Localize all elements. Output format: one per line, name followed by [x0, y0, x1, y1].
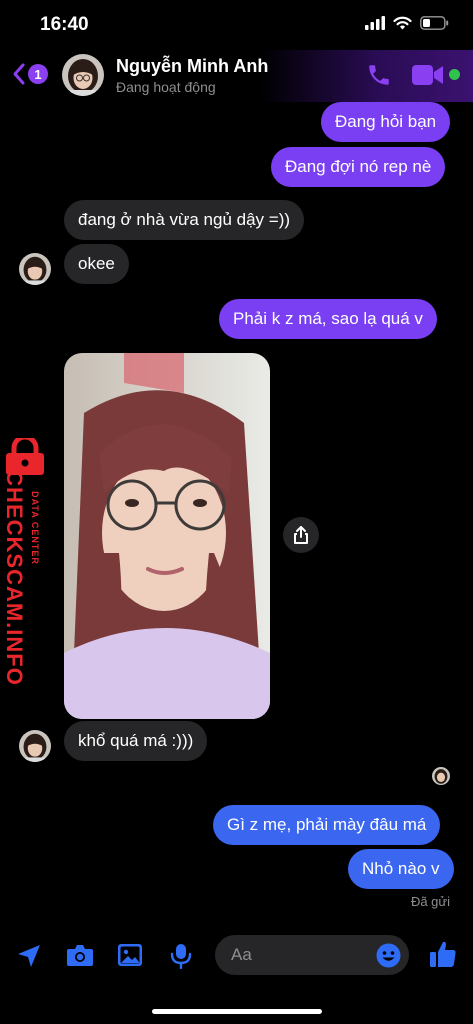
- sent-status: Đã gửi: [410, 894, 450, 909]
- gallery-button[interactable]: [117, 943, 143, 972]
- thumbs-up-icon: [430, 941, 456, 967]
- voice-message-button[interactable]: [170, 943, 192, 974]
- message-bubble-outgoing[interactable]: Nhỏ nào v: [348, 849, 454, 889]
- unread-badge: 1: [28, 64, 48, 84]
- share-icon: [294, 526, 308, 544]
- back-button[interactable]: 1: [12, 62, 48, 86]
- home-indicator[interactable]: [152, 1009, 322, 1014]
- phone-icon: [369, 65, 389, 85]
- video-camera-icon: [412, 65, 443, 85]
- watermark-text: CHECKSCAM.INFO: [2, 470, 27, 686]
- share-button[interactable]: [283, 517, 319, 553]
- image-icon: [118, 944, 142, 966]
- watermark: CHECKSCAM.INFO DATA CENTER: [0, 438, 52, 686]
- chevron-left-icon: [13, 63, 25, 85]
- emoji-icon: [376, 943, 401, 968]
- chat-header: 1 Nguyễn Minh Anh Đang hoạt động: [0, 50, 473, 102]
- contact-name[interactable]: Nguyễn Minh Anh: [116, 56, 268, 77]
- clock: 16:40: [40, 14, 89, 35]
- message-bubble-outgoing[interactable]: Đang đợi nó rep nè: [271, 147, 446, 187]
- camera-button[interactable]: [66, 943, 94, 972]
- message-bubble-incoming[interactable]: khổ quá má :))): [64, 721, 208, 761]
- message-bubble-incoming[interactable]: đang ở nhà vừa ngủ dậy =)): [64, 200, 305, 240]
- message-bubble-outgoing[interactable]: Đang hỏi bạn: [321, 102, 451, 142]
- read-receipt-avatar: [432, 767, 450, 785]
- status-icons: [365, 16, 449, 30]
- wifi-icon: [393, 16, 412, 30]
- message-input-box[interactable]: [215, 935, 409, 975]
- message-input[interactable]: [231, 935, 371, 975]
- emoji-button[interactable]: [376, 943, 401, 973]
- watermark-subtext: DATA CENTER: [30, 491, 40, 565]
- message-bubble-outgoing[interactable]: Gì z mẹ, phải mày đâu má: [213, 805, 441, 845]
- status-bar: 16:40: [0, 0, 473, 50]
- sender-avatar[interactable]: [19, 253, 51, 285]
- like-button[interactable]: [428, 939, 458, 974]
- camera-icon: [67, 945, 93, 966]
- sender-avatar[interactable]: [19, 730, 51, 762]
- selfie-photo: [64, 353, 270, 719]
- video-call-button[interactable]: [412, 64, 444, 91]
- battery-icon: [420, 16, 449, 30]
- online-indicator: [449, 69, 460, 80]
- location-button[interactable]: [16, 943, 42, 974]
- contact-status: Đang hoạt động: [116, 79, 216, 95]
- message-bubble-outgoing[interactable]: Phải k z má, sao lạ quá v: [219, 299, 437, 339]
- voice-call-button[interactable]: [366, 62, 392, 93]
- contact-avatar[interactable]: [62, 54, 104, 96]
- signal-icon: [365, 16, 385, 30]
- navigation-arrow-icon: [18, 945, 40, 967]
- microphone-icon: [170, 944, 192, 970]
- photo-message[interactable]: [64, 353, 270, 719]
- composer-bar: [0, 935, 473, 979]
- message-bubble-incoming[interactable]: okee: [64, 244, 129, 284]
